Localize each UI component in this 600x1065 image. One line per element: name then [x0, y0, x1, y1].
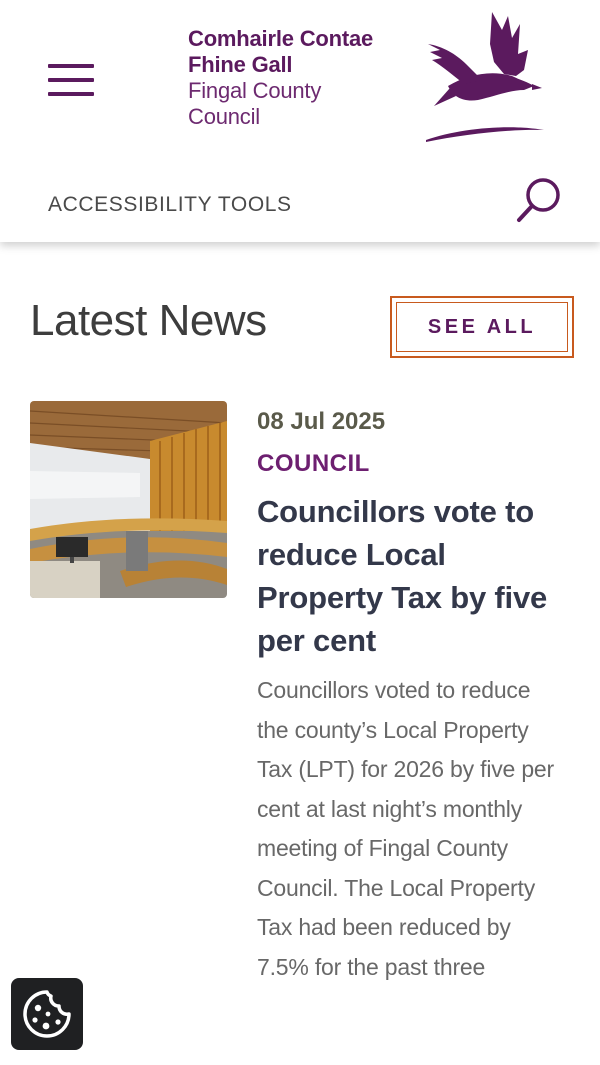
accessibility-tools-link[interactable]: ACCESSIBILITY TOOLS [48, 193, 292, 217]
news-article: 08 Jul 2025 COUNCIL Councillors vote to … [257, 402, 557, 987]
section-title: Latest News [30, 296, 267, 345]
menu-bar [48, 78, 94, 82]
article-thumbnail[interactable] [30, 401, 227, 598]
logo-line-4: Council [188, 104, 260, 129]
hamburger-menu-icon[interactable] [48, 64, 94, 98]
bird-logo-icon[interactable] [420, 10, 550, 146]
article-category[interactable]: COUNCIL [257, 442, 557, 486]
menu-bar [48, 92, 94, 96]
see-all-button[interactable]: SEE ALL [390, 296, 574, 358]
logo-text[interactable]: Comhairle Contae Fhine Gall Fingal Count… [188, 26, 418, 130]
see-all-label: SEE ALL [427, 315, 537, 338]
search-icon[interactable] [513, 175, 565, 227]
logo-line-3: Fingal County [188, 78, 322, 103]
article-summary: Councillors voted to reduce the county’s… [257, 677, 554, 980]
site-header: Comhairle Contae Fhine Gall Fingal Count… [0, 0, 600, 242]
logo-line-2: Fhine Gall [188, 52, 293, 77]
article-date: 08 Jul 2025 [257, 408, 386, 435]
cookie-settings-button[interactable] [11, 978, 83, 1050]
cookie-icon [23, 990, 71, 1038]
logo-line-1: Comhairle Contae [188, 26, 374, 51]
article-title[interactable]: Councillors vote to reduce Local Propert… [257, 490, 557, 662]
menu-bar [48, 64, 94, 68]
